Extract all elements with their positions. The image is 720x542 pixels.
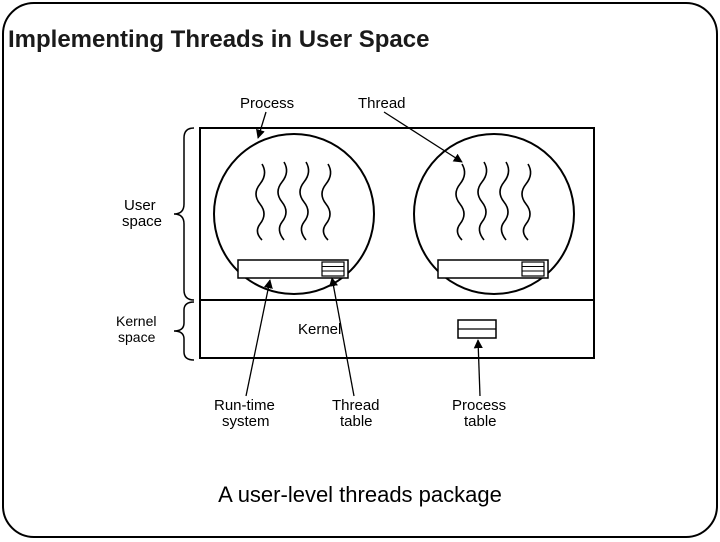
kernel-label: Kernel — [298, 321, 341, 338]
thread-top-label: Thread — [358, 95, 406, 112]
kernel-space-brace — [174, 302, 194, 360]
threads-right — [456, 162, 531, 240]
user-space-label-2: space — [122, 213, 162, 230]
threads-diagram: Kernel Process Thread User space Kernel … — [4, 4, 718, 538]
threads-left — [256, 162, 331, 240]
user-space-label-1: User — [124, 197, 156, 214]
slide-frame: Implementing Threads in User Space — [2, 2, 718, 538]
thread-table-label-1: Thread — [332, 397, 380, 414]
kernel-space-label-1: Kernel — [116, 313, 156, 329]
process-table-arrow — [478, 340, 480, 396]
user-space-brace — [174, 128, 194, 300]
process-arrow — [258, 112, 266, 138]
kernel-space-label-2: space — [118, 329, 156, 345]
runtime-label-2: system — [222, 413, 270, 430]
process-table-label-2: table — [464, 413, 497, 430]
slide-caption: A user-level threads package — [4, 482, 716, 508]
thread-table-left — [322, 262, 344, 276]
runtime-label-1: Run-time — [214, 397, 275, 414]
thread-table-right — [522, 262, 544, 276]
thread-arrow — [384, 112, 462, 162]
thread-table-label-2: table — [340, 413, 373, 430]
runtime-arrow — [246, 280, 270, 396]
process-container-box — [200, 128, 594, 358]
process-table-box — [458, 320, 496, 338]
process-top-label: Process — [240, 95, 294, 112]
process-table-label-1: Process — [452, 397, 506, 414]
